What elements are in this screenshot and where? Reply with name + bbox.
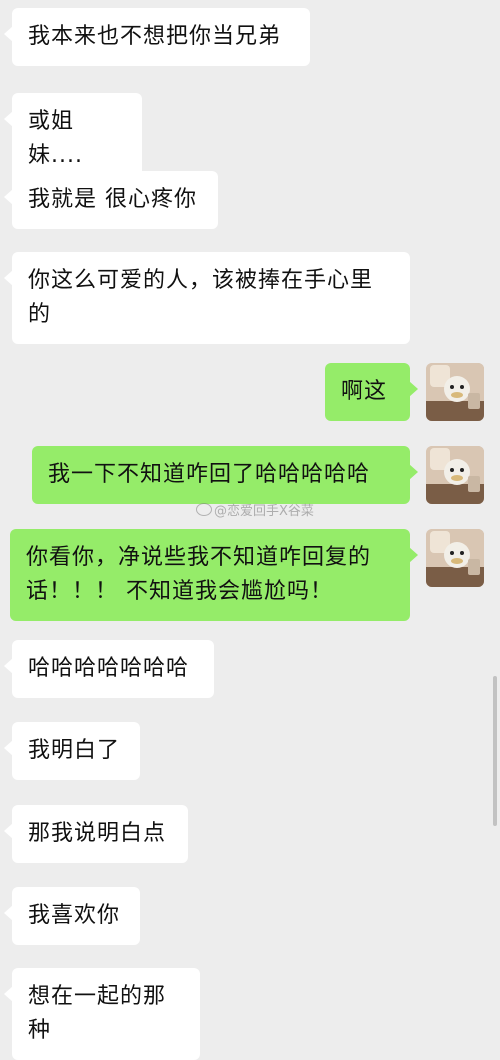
user-avatar-icon[interactable] bbox=[426, 529, 484, 587]
watermark: @恋爱回手X谷菜 bbox=[196, 500, 314, 519]
message-text: 我明白了 bbox=[28, 738, 121, 763]
message-bubble-outgoing[interactable]: 你看你，净说些我不知道咋回复的话！！！ 不知道我会尴尬吗！ bbox=[10, 529, 418, 621]
message-text: 我本来也不想把你当兄弟 bbox=[28, 24, 282, 49]
message-text: 我喜欢你 bbox=[28, 903, 121, 928]
message-bubble-incoming[interactable]: 我明白了 bbox=[4, 722, 140, 780]
chat-thread[interactable]: 我本来也不想把你当兄弟 或姐妹.... 我就是 很心疼你 你这么可爱的人，该被捧… bbox=[0, 0, 500, 1060]
weibo-icon bbox=[196, 503, 212, 516]
user-avatar-icon[interactable] bbox=[426, 446, 484, 504]
message-text: 啊这 bbox=[341, 379, 388, 404]
message-bubble-incoming[interactable]: 想在一起的那种 bbox=[4, 968, 200, 1060]
message-bubble-incoming[interactable]: 哈哈哈哈哈哈哈 bbox=[4, 640, 214, 698]
message-text: 那我说明白点 bbox=[28, 821, 167, 846]
watermark-text: @恋爱回手X谷菜 bbox=[214, 504, 314, 519]
message-text: 我就是 很心疼你 bbox=[28, 187, 197, 212]
message-text: 哈哈哈哈哈哈哈 bbox=[28, 656, 190, 681]
message-bubble-incoming[interactable]: 我就是 很心疼你 bbox=[4, 171, 218, 229]
message-bubble-incoming[interactable]: 那我说明白点 bbox=[4, 805, 188, 863]
message-text: 我一下不知道咋回了哈哈哈哈哈 bbox=[48, 462, 371, 487]
user-avatar-icon[interactable] bbox=[426, 363, 484, 421]
message-bubble-incoming[interactable]: 你这么可爱的人，该被捧在手心里的 bbox=[4, 252, 410, 344]
message-bubble-outgoing[interactable]: 我一下不知道咋回了哈哈哈哈哈 bbox=[32, 446, 418, 504]
message-bubble-outgoing[interactable]: 啊这 bbox=[325, 363, 418, 421]
message-bubble-incoming[interactable]: 我喜欢你 bbox=[4, 887, 140, 945]
message-bubble-incoming[interactable]: 我本来也不想把你当兄弟 bbox=[4, 8, 310, 66]
message-text: 你看你，净说些我不知道咋回复的话！！！ 不知道我会尴尬吗！ bbox=[26, 545, 372, 604]
message-text: 或姐妹.... bbox=[28, 109, 83, 168]
scrollbar[interactable] bbox=[493, 676, 497, 826]
message-text: 你这么可爱的人，该被捧在手心里的 bbox=[28, 268, 374, 327]
message-text: 想在一起的那种 bbox=[28, 984, 167, 1043]
